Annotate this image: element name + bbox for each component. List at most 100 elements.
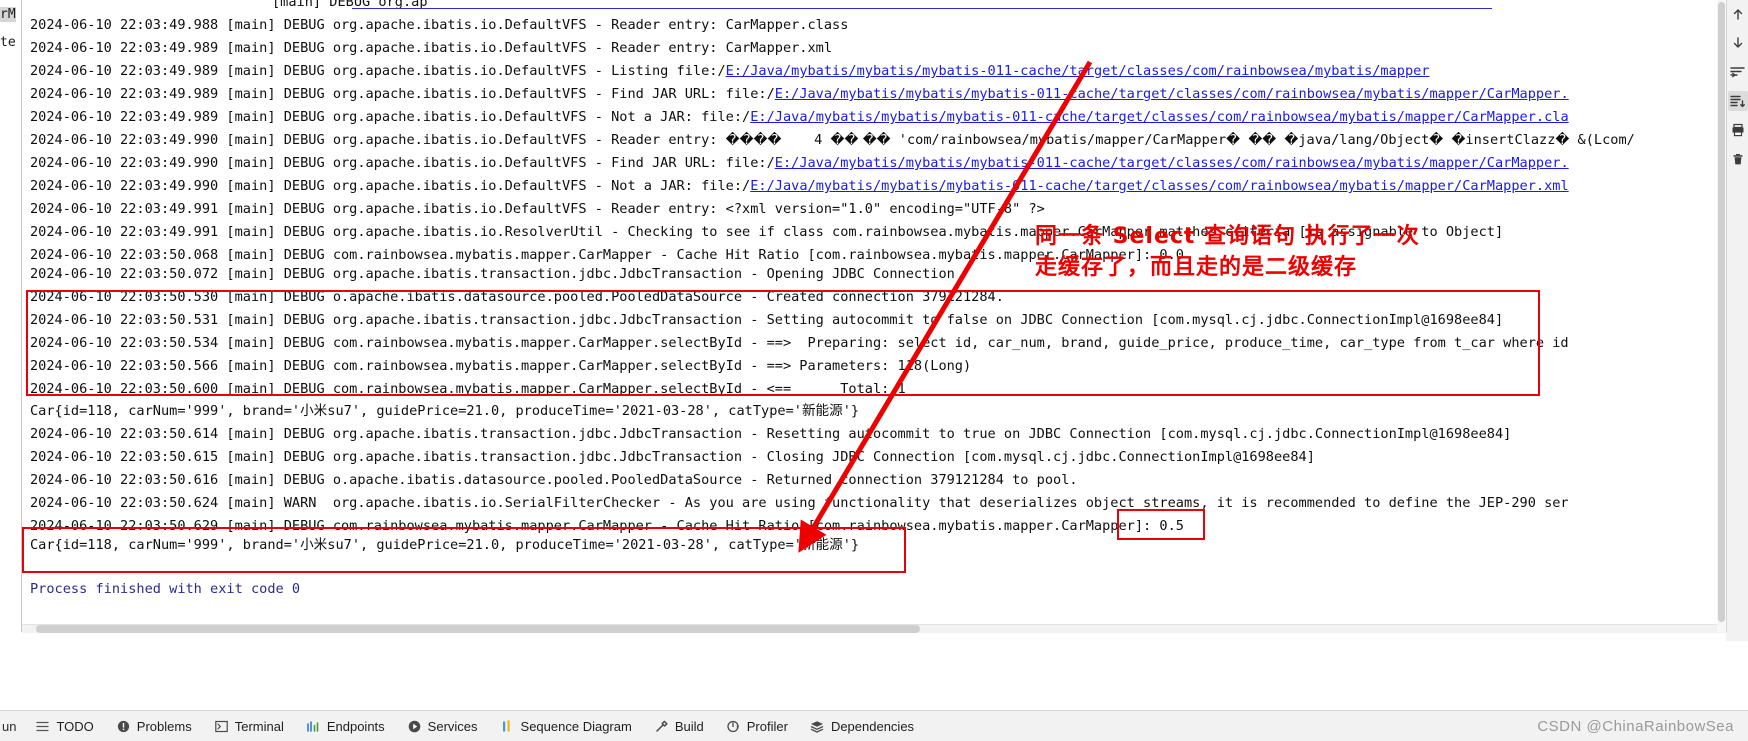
tool-window-item-list: TODO Problems Terminal Endpoints Services Seq… — [24, 711, 925, 741]
sidebar-item-sequence-diagram-label: Sequence Diagram — [520, 718, 632, 734]
tool-window-bar: un TODO Problems Terminal Endpoints Services… — [0, 710, 1748, 741]
sidebar-item-problems[interactable]: Problems — [105, 711, 203, 741]
log-text: 2024-06-10 22:03:49.989 [main] DEBUG org… — [30, 63, 726, 79]
sidebar-item-todo-label: TODO — [56, 718, 94, 734]
log-text: 2024-06-10 22:03:50.531 [main] DEBUG org… — [30, 312, 1504, 328]
unreadable-glyph: �� �� — [830, 132, 891, 148]
log-line: Process finished with exit code 0 — [30, 582, 300, 597]
file-path-link[interactable]: E:/Java/mybatis/mybatis/mybatis-011-cach… — [775, 155, 1569, 171]
log-line: 2024-06-10 22:03:50.600 [main] DEBUG com… — [30, 382, 906, 397]
sidebar-item-build[interactable]: Build — [643, 711, 715, 741]
console-top-link-underline — [352, 8, 1492, 9]
left-gutter: rM te — [0, 0, 22, 632]
unreadable-glyph: � — [1284, 132, 1299, 148]
unreadable-glyph: � — [1451, 132, 1466, 148]
log-text: 2024-06-10 22:03:50.629 [main] DEBUG com… — [30, 518, 1184, 534]
log-line: 2024-06-10 22:03:50.531 [main] DEBUG org… — [30, 313, 1503, 328]
log-text: Car{id=118, carNum='999', brand='小米su7',… — [30, 403, 860, 419]
sidebar-item-services-label: Services — [427, 718, 478, 734]
unreadable-glyph: ���� — [725, 132, 782, 148]
log-line: 2024-06-10 22:03:50.068 [main] DEBUG com… — [30, 248, 1184, 263]
clear-all-icon[interactable] — [1728, 149, 1748, 169]
console-output[interactable]: [main] DEBUG org.ap 2024-06-10 22:03:49.… — [22, 0, 1726, 632]
layers-icon — [810, 719, 825, 734]
vertical-scrollbar-thumb[interactable] — [1718, 2, 1725, 622]
log-line: 2024-06-10 22:03:50.566 [main] DEBUG com… — [30, 359, 971, 374]
log-text: 2024-06-10 22:03:49.990 [main] DEBUG org… — [30, 155, 775, 171]
log-text: 'com/rainbowsea/mybatis/mapper/CarMapper — [890, 132, 1227, 148]
unreadable-glyph: � — [1226, 132, 1241, 148]
log-line: 2024-06-10 22:03:49.989 [main] DEBUG org… — [30, 87, 1569, 102]
log-text: 2024-06-10 22:03:49.989 [main] DEBUG org… — [30, 40, 833, 56]
scroll-to-bottom-icon[interactable] — [1728, 33, 1748, 53]
log-text: 2024-06-10 22:03:49.991 [main] DEBUG org… — [30, 201, 1045, 217]
log-text: 2024-06-10 22:03:49.989 [main] DEBUG org… — [30, 86, 775, 102]
sidebar-item-todo[interactable]: TODO — [24, 711, 104, 741]
log-text: &(Lcom/ — [1569, 132, 1635, 148]
log-text: 2024-06-10 22:03:49.990 [main] DEBUG org… — [30, 178, 751, 194]
sidebar-item-profiler[interactable]: Profiler — [715, 711, 799, 741]
file-path-link[interactable]: E:/Java/mybatis/mybatis/mybatis-011-cach… — [726, 63, 1430, 79]
log-text: java/lang/Object — [1298, 132, 1430, 148]
log-text: 2024-06-10 22:03:50.534 [main] DEBUG com… — [30, 335, 1569, 351]
log-line: 2024-06-10 22:03:50.616 [main] DEBUG o.a… — [30, 473, 1078, 488]
log-text: 2024-06-10 22:03:50.566 [main] DEBUG com… — [30, 358, 972, 374]
file-path-link[interactable]: E:/Java/mybatis/mybatis/mybatis-011-cach… — [750, 109, 1568, 125]
log-text: 2024-06-10 22:03:50.615 [main] DEBUG org… — [30, 449, 1315, 465]
annotation-text-2: 走缓存了，而且走的是二级缓存 — [1035, 255, 1358, 280]
scroll-to-end-icon[interactable] — [1727, 91, 1748, 111]
log-line: 2024-06-10 22:03:50.614 [main] DEBUG org… — [30, 427, 1511, 442]
sidebar-item-endpoints[interactable]: Endpoints — [295, 711, 396, 741]
log-line: 2024-06-10 22:03:49.991 [main] DEBUG org… — [30, 202, 1045, 217]
console-toolbar — [1726, 0, 1748, 632]
hammer-icon — [654, 719, 669, 734]
log-line: 2024-06-10 22:03:49.990 [main] DEBUG org… — [30, 179, 1569, 194]
log-text: 2024-06-10 22:03:50.530 [main] DEBUG o.a… — [30, 289, 1004, 305]
log-line: 2024-06-10 22:03:50.072 [main] DEBUG org… — [30, 267, 955, 282]
file-path-link[interactable]: E:/Java/mybatis/mybatis/mybatis-011-cach… — [750, 178, 1568, 194]
log-line: Car{id=118, carNum='999', brand='小米su7',… — [30, 404, 859, 419]
sidebar-item-terminal-label: Terminal — [234, 718, 284, 734]
log-line: Car{id=118, carNum='999', brand='小米su7',… — [30, 538, 859, 553]
endpoints-icon — [306, 719, 321, 734]
log-text: 2024-06-10 22:03:50.600 [main] DEBUG com… — [30, 381, 906, 397]
terminal-icon — [214, 719, 229, 734]
scroll-to-top-icon[interactable] — [1728, 4, 1748, 24]
print-icon[interactable] — [1728, 120, 1748, 140]
log-line: 2024-06-10 22:03:50.629 [main] DEBUG com… — [30, 519, 1184, 534]
log-text: 2024-06-10 22:03:50.072 [main] DEBUG org… — [30, 266, 955, 282]
sidebar-item-profiler-label: Profiler — [746, 718, 788, 734]
log-line: 2024-06-10 22:03:49.990 [main] DEBUG org… — [30, 133, 1635, 148]
log-text: 2024-06-10 22:03:49.990 [main] DEBUG org… — [30, 132, 726, 148]
horizontal-scrollbar-thumb[interactable] — [36, 625, 920, 633]
log-line: 2024-06-10 22:03:49.989 [main] DEBUG org… — [30, 64, 1430, 79]
log-text: 2024-06-10 22:03:50.616 [main] DEBUG o.a… — [30, 472, 1078, 488]
log-text: Process finished with exit code 0 — [30, 581, 301, 597]
sidebar-item-services[interactable]: Services — [396, 711, 489, 741]
unreadable-glyph: � — [1555, 132, 1570, 148]
log-text: insertClazz — [1465, 132, 1556, 148]
unreadable-glyph: �� — [1248, 132, 1277, 148]
ide-console-window: rM te [main] DEBUG org.ap 2024-06-10 22:… — [0, 0, 1748, 741]
file-path-link[interactable]: E:/Java/mybatis/mybatis/mybatis-011-cach… — [775, 86, 1569, 102]
watermark-text: CSDN @ChinaRainbowSea — [1537, 717, 1734, 735]
log-line: 2024-06-10 22:03:50.624 [main] WARN org.… — [30, 496, 1569, 511]
log-line: 2024-06-10 22:03:49.988 [main] DEBUG org… — [30, 18, 848, 33]
play-circle-icon — [407, 719, 422, 734]
gutter-fragment-1: rM — [0, 7, 16, 22]
sidebar-item-endpoints-label: Endpoints — [326, 718, 385, 734]
log-line: 2024-06-10 22:03:49.989 [main] DEBUG org… — [30, 41, 832, 56]
sidebar-item-sequence-diagram[interactable]: Sequence Diagram — [489, 711, 643, 741]
sidebar-item-terminal[interactable]: Terminal — [203, 711, 295, 741]
log-text: 2024-06-10 22:03:50.068 [main] DEBUG com… — [30, 247, 1184, 263]
log-line: 2024-06-10 22:03:50.530 [main] DEBUG o.a… — [30, 290, 1004, 305]
unreadable-glyph: � — [1429, 132, 1444, 148]
sidebar-item-dependencies[interactable]: Dependencies — [799, 711, 925, 741]
log-text: 4 — [781, 132, 831, 148]
log-text: 2024-06-10 22:03:50.624 [main] WARN org.… — [30, 495, 1569, 511]
run-tab-fragment[interactable]: un — [0, 719, 24, 734]
log-line: 2024-06-10 22:03:49.989 [main] DEBUG org… — [30, 110, 1569, 125]
soft-wrap-icon[interactable] — [1728, 62, 1748, 82]
sidebar-item-problems-label: Problems — [136, 718, 192, 734]
profiler-icon — [726, 719, 741, 734]
